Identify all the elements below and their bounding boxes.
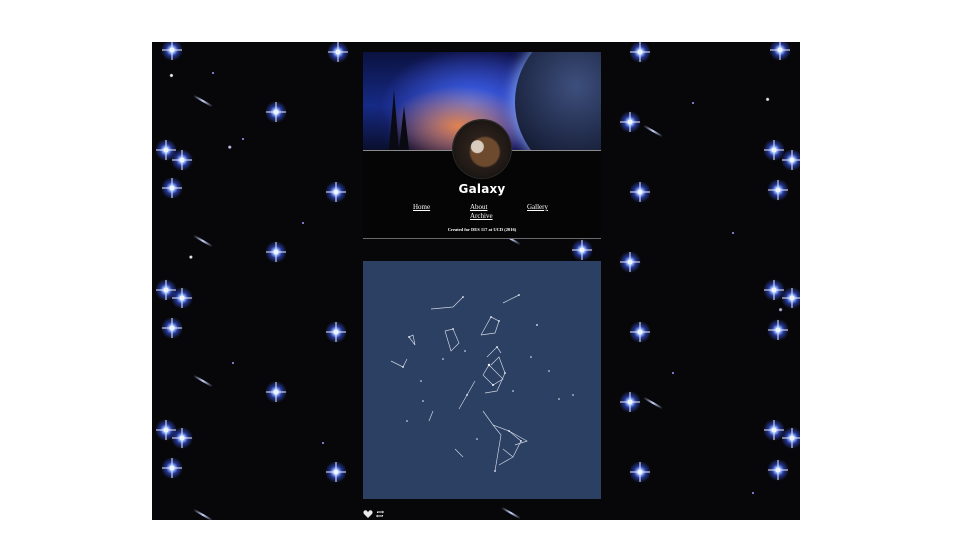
star-icon — [571, 239, 593, 261]
spire-silhouette — [399, 106, 409, 150]
star-icon — [161, 42, 183, 61]
avatar[interactable] — [453, 120, 511, 178]
star-dust — [242, 138, 244, 140]
star-icon — [781, 149, 800, 171]
nav-bar: Home About Archive Gallery — [363, 202, 601, 224]
star-icon — [171, 287, 193, 309]
star-dust — [322, 442, 324, 444]
header-divider — [363, 238, 601, 239]
star-icon — [619, 111, 641, 133]
blog-title[interactable]: Galaxy — [363, 182, 601, 196]
star-dust — [752, 492, 754, 494]
constellation-artwork — [390, 294, 574, 472]
star-icon — [161, 177, 183, 199]
nav-link-home[interactable]: Home — [413, 203, 430, 212]
star-icon — [781, 427, 800, 449]
star-icon — [767, 459, 789, 481]
star-icon — [619, 391, 641, 413]
star-icon — [161, 317, 183, 339]
star-dust — [732, 232, 734, 234]
star-icon — [171, 149, 193, 171]
shooting-star — [642, 396, 664, 410]
post-actions — [363, 509, 385, 519]
star-icon — [619, 251, 641, 273]
star-icon — [325, 321, 347, 343]
star-icon — [171, 427, 193, 449]
shooting-star — [192, 94, 214, 108]
star-icon — [769, 42, 791, 61]
star-dust — [672, 372, 674, 374]
star-dust — [212, 72, 214, 74]
star-dust — [692, 102, 694, 104]
star-icon — [767, 179, 789, 201]
star-dust — [232, 362, 234, 364]
star-icon — [325, 181, 347, 203]
star-icon — [767, 319, 789, 341]
star-icon — [629, 321, 651, 343]
star-icon — [327, 42, 349, 63]
shooting-star — [192, 508, 214, 520]
post-image[interactable] — [363, 261, 601, 499]
star-icon — [629, 42, 651, 63]
nav-link-archive[interactable]: Archive — [470, 212, 493, 221]
star-icon — [325, 461, 347, 483]
star-icon — [161, 457, 183, 479]
starfield-background: Galaxy Home About Archive Gallery Create… — [152, 42, 800, 520]
star-icon — [265, 241, 287, 263]
planet-graphic — [515, 52, 601, 150]
nav-link-gallery[interactable]: Gallery — [527, 203, 548, 212]
star-icon — [265, 101, 287, 123]
shooting-star — [192, 234, 214, 248]
heart-icon[interactable] — [363, 509, 373, 519]
blog-header: Galaxy Home About Archive Gallery Create… — [363, 52, 601, 238]
star-icon — [629, 181, 651, 203]
site-credit: Created for DES 117 at UCD (2016) — [447, 227, 517, 232]
shooting-star — [192, 374, 214, 388]
shooting-star — [500, 506, 522, 520]
shooting-star — [642, 124, 664, 138]
star-dust — [302, 222, 304, 224]
nav-link-about[interactable]: About — [470, 203, 488, 212]
star-icon — [781, 287, 800, 309]
spire-silhouette — [389, 90, 399, 150]
star-icon — [629, 461, 651, 483]
reblog-icon[interactable] — [375, 509, 385, 519]
star-icon — [265, 381, 287, 403]
